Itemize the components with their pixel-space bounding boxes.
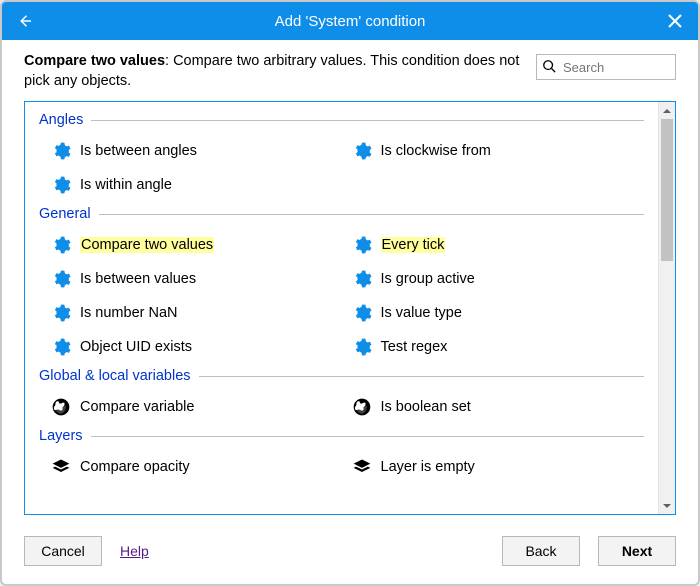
condition-label: Compare opacity [80, 459, 190, 475]
category-layers: Layers Compare opacity Layer is empty [39, 428, 644, 484]
condition-description: Compare two values: Compare two arbitrar… [24, 52, 520, 91]
category-general: General Compare two values Every tick Is be… [39, 206, 644, 364]
category-items: Compare two values Every tick Is between v… [39, 228, 644, 364]
back-arrow-button[interactable] [2, 2, 48, 40]
category-global-local-variables: Global & local variables Compare variable… [39, 368, 644, 424]
category-header[interactable]: Global & local variables [39, 368, 644, 384]
category-items: Compare variable Is boolean set [39, 390, 644, 424]
condition-item[interactable]: Compare opacity [51, 450, 344, 484]
condition-item[interactable]: Compare two values [51, 228, 344, 262]
condition-item[interactable]: Object UID exists [51, 330, 344, 364]
gear-icon [51, 303, 71, 323]
category-label: Angles [39, 112, 83, 128]
gear-icon [352, 303, 372, 323]
condition-item[interactable]: Compare variable [51, 390, 344, 424]
category-label: General [39, 206, 91, 222]
condition-label: Every tick [381, 237, 446, 253]
category-header[interactable]: General [39, 206, 644, 222]
category-label: Global & local variables [39, 368, 191, 384]
close-button[interactable] [652, 2, 698, 40]
condition-label: Compare two values [80, 237, 214, 253]
close-icon [668, 14, 682, 28]
category-header[interactable]: Layers [39, 428, 644, 444]
scrollbar-thumb[interactable] [661, 119, 673, 261]
scrollbar[interactable] [658, 102, 675, 514]
condition-label: Object UID exists [80, 339, 192, 355]
condition-item[interactable]: Is number NaN [51, 296, 344, 330]
divider-line [91, 436, 644, 437]
condition-label: Is group active [381, 271, 475, 287]
chevron-down-icon [663, 502, 671, 510]
header-row: Compare two values: Compare two arbitrar… [2, 40, 698, 97]
condition-item[interactable]: Is within angle [51, 168, 344, 202]
gear-icon [51, 337, 71, 357]
condition-item[interactable]: Test regex [352, 330, 645, 364]
back-button[interactable]: Back [502, 536, 580, 566]
category-items: Compare opacity Layer is empty [39, 450, 644, 484]
condition-label: Is number NaN [80, 305, 178, 321]
gear-icon [352, 141, 372, 161]
titlebar: Add 'System' condition [2, 2, 698, 40]
condition-item[interactable]: Is boolean set [352, 390, 645, 424]
search-input[interactable] [536, 54, 676, 80]
scroll-up-button[interactable] [659, 102, 675, 119]
category-label: Layers [39, 428, 83, 444]
gear-icon [51, 175, 71, 195]
condition-list-container: Angles Is between angles Is clockwise from… [24, 101, 676, 515]
condition-item[interactable]: Is value type [352, 296, 645, 330]
dialog-title: Add 'System' condition [2, 13, 698, 30]
condition-label: Is between values [80, 271, 196, 287]
category-header[interactable]: Angles [39, 112, 644, 128]
condition-name-bold: Compare two values [24, 53, 165, 69]
gear-icon [352, 235, 372, 255]
gear-icon [51, 235, 71, 255]
gear-icon [352, 337, 372, 357]
scroll-down-button[interactable] [659, 497, 675, 514]
condition-item[interactable]: Is group active [352, 262, 645, 296]
search-icon [542, 59, 556, 73]
condition-item[interactable]: Layer is empty [352, 450, 645, 484]
help-link[interactable]: Help [120, 543, 149, 559]
layer-icon [51, 457, 71, 477]
condition-label: Layer is empty [381, 459, 475, 475]
gear-icon [352, 269, 372, 289]
layer-icon [352, 457, 372, 477]
condition-label: Is value type [381, 305, 462, 321]
globe-icon [352, 397, 372, 417]
cancel-button[interactable]: Cancel [24, 536, 102, 566]
arrow-left-icon [16, 12, 34, 30]
category-angles: Angles Is between angles Is clockwise from… [39, 112, 644, 202]
globe-icon [51, 397, 71, 417]
condition-label: Is clockwise from [381, 143, 491, 159]
condition-item[interactable]: Is clockwise from [352, 134, 645, 168]
footer: Cancel Help Back Next [2, 524, 698, 584]
chevron-up-icon [663, 107, 671, 115]
condition-item[interactable]: Every tick [352, 228, 645, 262]
condition-label: Compare variable [80, 399, 194, 415]
condition-label: Test regex [381, 339, 448, 355]
condition-label: Is boolean set [381, 399, 471, 415]
condition-label: Is within angle [80, 177, 172, 193]
condition-item[interactable]: Is between angles [51, 134, 344, 168]
condition-item[interactable]: Is between values [51, 262, 344, 296]
search-wrap [536, 54, 676, 80]
divider-line [199, 376, 644, 377]
condition-list: Angles Is between angles Is clockwise from… [25, 102, 658, 514]
divider-line [91, 120, 644, 121]
gear-icon [51, 269, 71, 289]
next-button[interactable]: Next [598, 536, 676, 566]
dialog-window: Add 'System' condition Compare two value… [0, 0, 700, 586]
gear-icon [51, 141, 71, 161]
condition-label: Is between angles [80, 143, 197, 159]
divider-line [99, 214, 644, 215]
category-items: Is between angles Is clockwise from Is wit… [39, 134, 644, 202]
